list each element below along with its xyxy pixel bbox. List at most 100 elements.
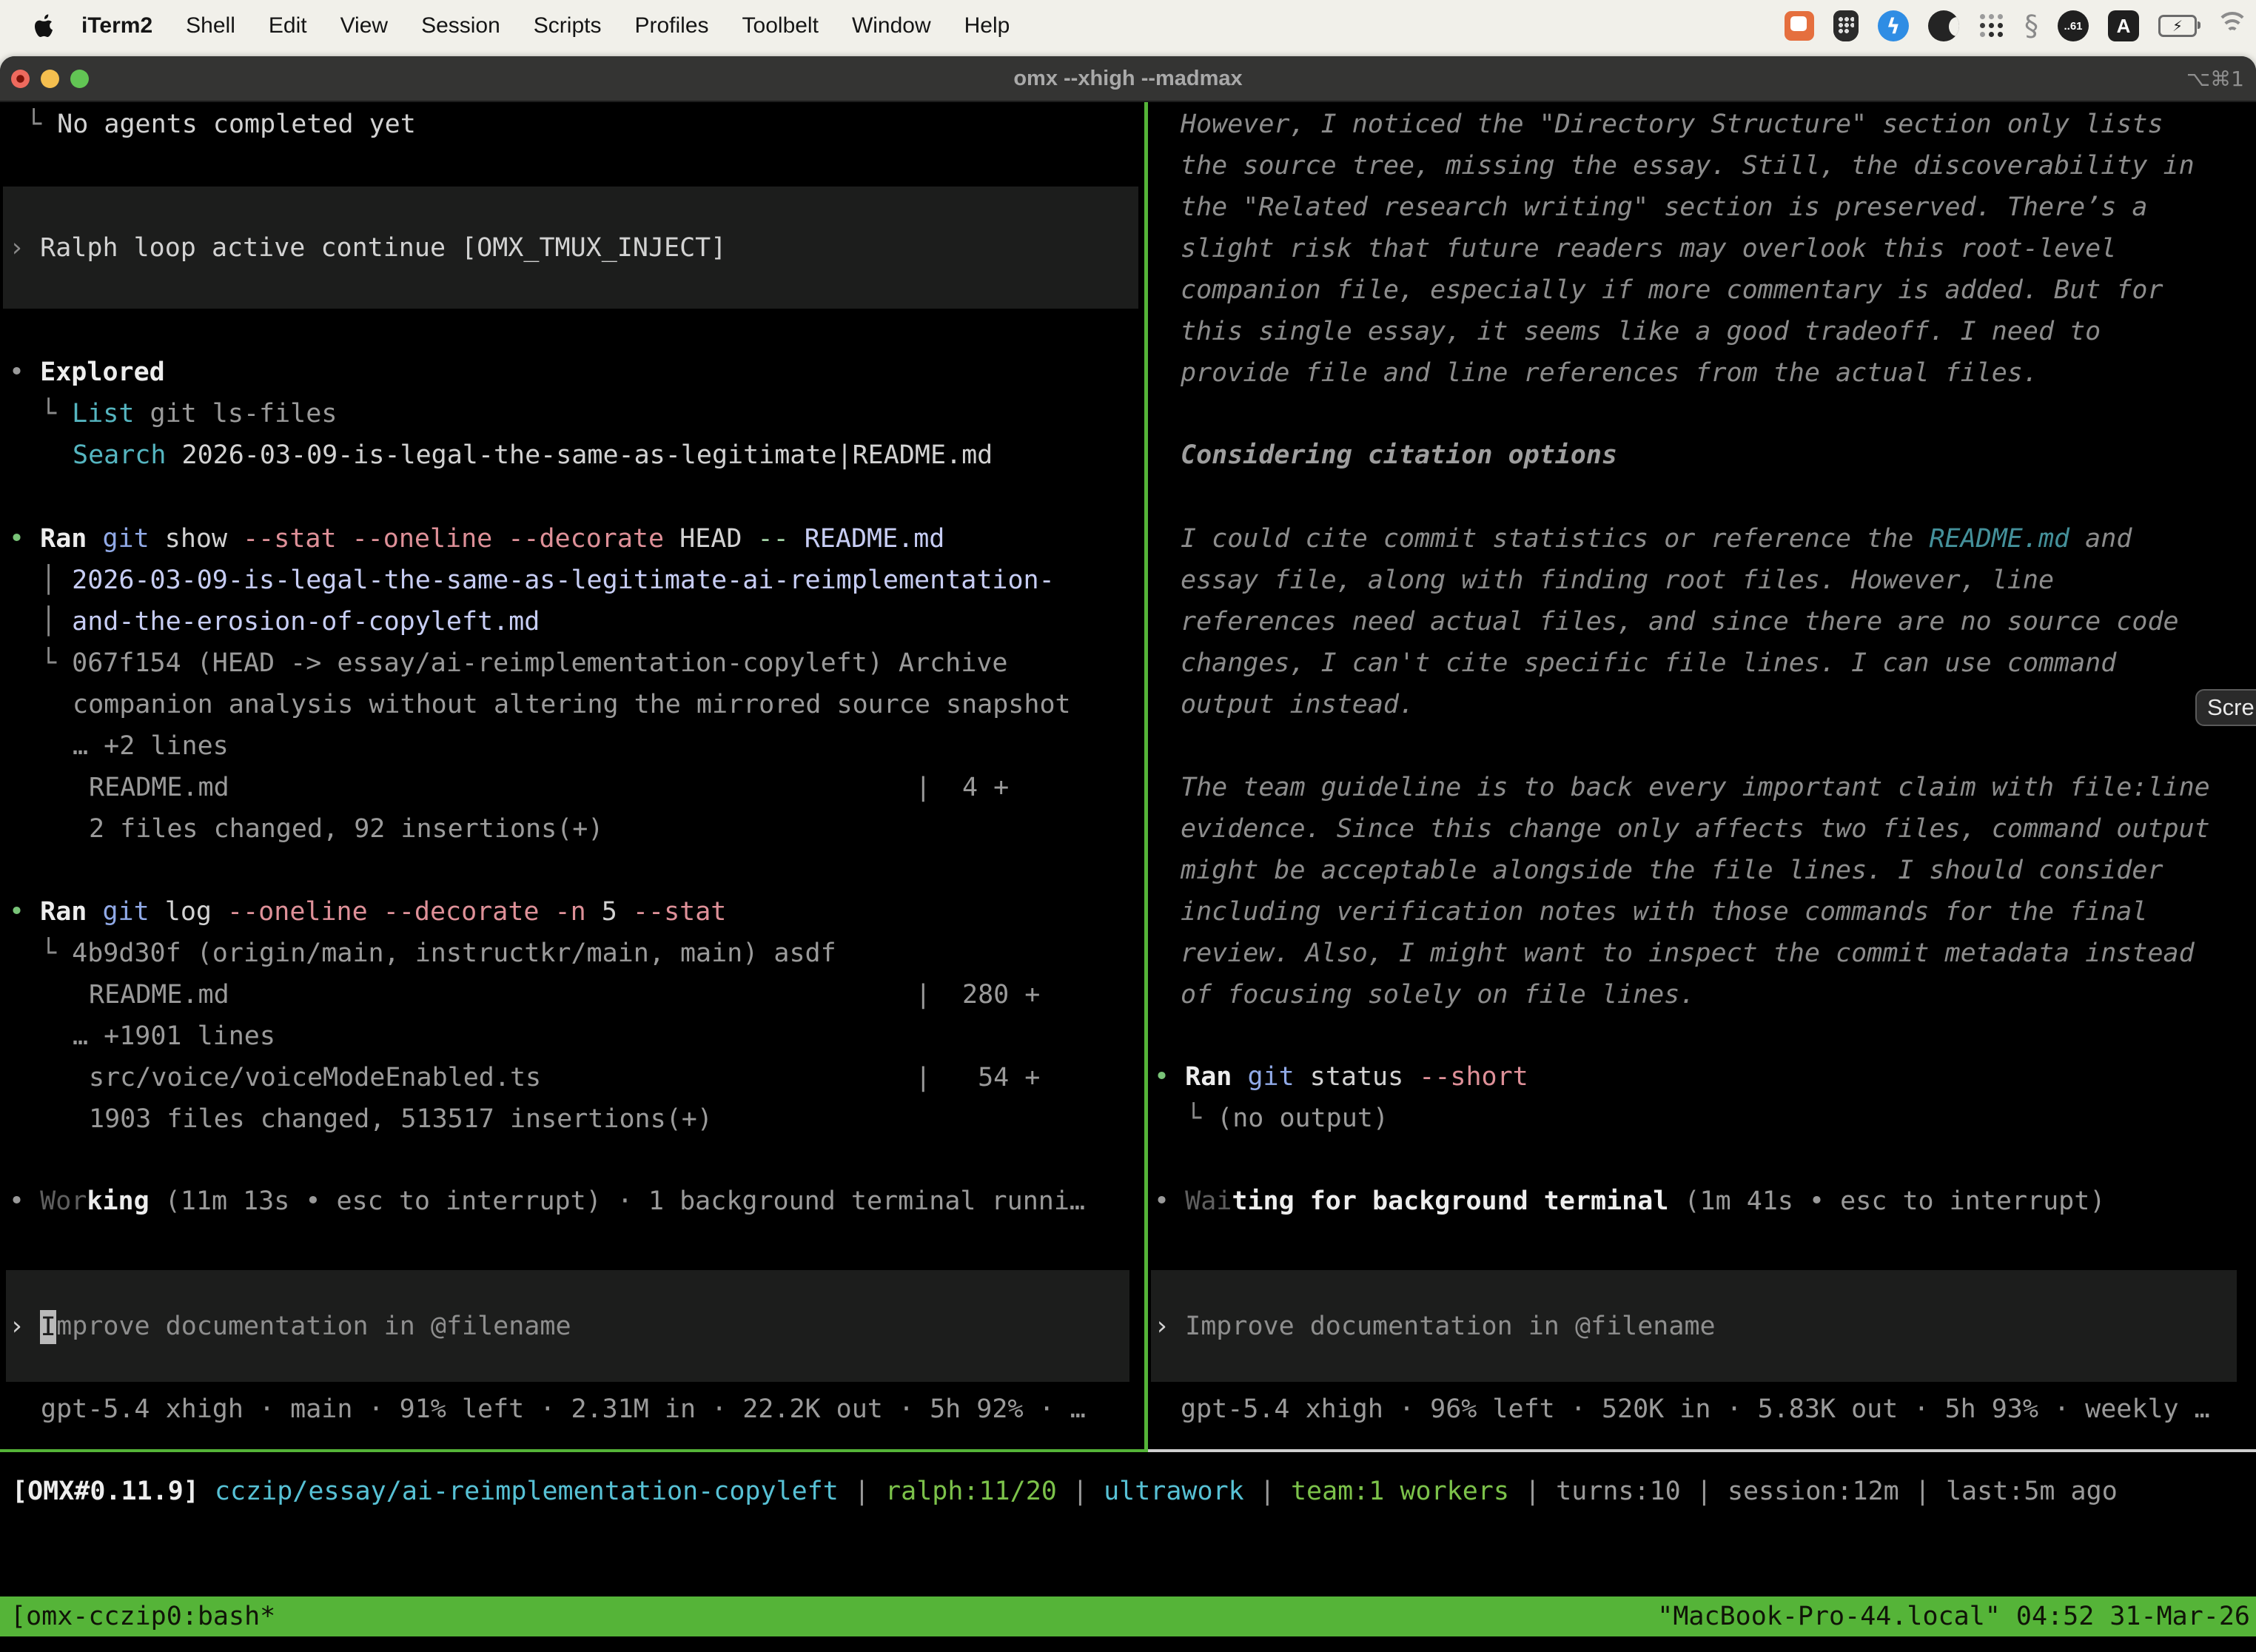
text-segment: • xyxy=(1154,1186,1185,1216)
screen-recording-icon[interactable] xyxy=(1785,11,1814,41)
text-segment: Considering citation options xyxy=(1181,440,1617,470)
disk-crescent-icon[interactable] xyxy=(1928,10,1959,41)
text-segment: › xyxy=(9,233,40,263)
omx-status-line: [OMX#0.11.9] cczip/essay/ai-reimplementa… xyxy=(12,1471,2118,1512)
text-segment: turns:10 xyxy=(1556,1477,1681,1506)
inject-line: › Ralph loop active continue [OMX_TMUX_I… xyxy=(9,227,1138,269)
menu-status-icons: ϟ § ..61 A ⚡ xyxy=(1785,0,2249,52)
text-segment: … +1901 lines xyxy=(73,1021,275,1051)
battery-icon[interactable]: ⚡ xyxy=(2158,15,2197,37)
right-pane-bottom-border xyxy=(1148,1449,2256,1452)
terminal-line: slight risk that future readers may over… xyxy=(1148,228,2256,269)
screen-overlay-button[interactable]: Scre xyxy=(2195,689,2256,726)
terminal-line: Search 2026-03-09-is-legal-the-same-as-l… xyxy=(0,434,1144,476)
terminal-line: review. Also, I might want to inspect th… xyxy=(1148,933,2256,974)
text-segment: README.md xyxy=(1929,524,2069,554)
menu-item-edit[interactable]: Edit xyxy=(269,13,307,38)
text-segment: 067f154 (HEAD -> essay/ai-reimplementati… xyxy=(72,648,1007,678)
bolt-badge-icon[interactable]: ϟ xyxy=(1878,10,1909,41)
text-segment: (no output) xyxy=(1217,1104,1389,1133)
menu-item-session[interactable]: Session xyxy=(421,13,500,38)
text-segment: └ xyxy=(41,939,72,968)
text-segment: references need actual files, and since … xyxy=(1181,607,2179,637)
menu-items: iTerm2 Shell Edit View Session Scripts Profile… xyxy=(81,13,1010,38)
text-segment: slight risk that future readers may over… xyxy=(1181,234,2116,263)
terminal-line: │ and-the-erosion-of-copyleft.md xyxy=(0,601,1144,642)
text-segment: Ralph loop active continue [OMX_TMUX_INJ… xyxy=(40,233,726,263)
terminal-line: [OMX#0.11.9] cczip/essay/ai-reimplementa… xyxy=(12,1471,2118,1512)
wifi-icon[interactable] xyxy=(2216,13,2249,38)
terminal-line: └ 067f154 (HEAD -> essay/ai-reimplementa… xyxy=(0,642,1144,684)
text-segment: • xyxy=(9,357,40,387)
text-segment: └ xyxy=(41,399,72,429)
text-segment: | xyxy=(839,1477,885,1506)
terminal-line: changes, I can't cite specific file line… xyxy=(1148,642,2256,684)
menu-item-help[interactable]: Help xyxy=(964,13,1010,38)
text-segment: --stat --oneline --decorate xyxy=(243,524,664,554)
text-segment: 2026-03-09-is-legal-the-same-as-legitima… xyxy=(72,565,1055,595)
text-segment: 2026-03-09-is-legal-the-same-as-legitima… xyxy=(166,440,993,470)
terminal-line: • Ran git log --oneline --decorate -n 5 … xyxy=(0,891,1144,933)
tmux-status-bar: [omx-cczip0:bash* "MacBook-Pro-44.local"… xyxy=(0,1596,2256,1636)
terminal-line: this single essay, it seems like a good … xyxy=(1148,311,2256,352)
inject-banner: › Ralph loop active continue [OMX_TMUX_I… xyxy=(3,187,1138,309)
text-segment: companion analysis without altering the … xyxy=(73,690,1071,719)
text-segment: (1m 41s • esc to interrupt) xyxy=(1668,1186,2105,1216)
text-segment: session:12m xyxy=(1728,1477,1899,1506)
window-title-bar[interactable]: omx --xhigh --madmax ⌥⌘1 xyxy=(0,56,2256,102)
menu-item-scripts[interactable]: Scripts xyxy=(534,13,602,38)
prompt-input-right-line: › Improve documentation in @filename xyxy=(1154,1306,2237,1347)
terminal-line: │ 2026-03-09-is-legal-the-same-as-legiti… xyxy=(0,560,1144,601)
left-top-lines: └ No agents completed yet xyxy=(0,104,1144,145)
prompt-input-left-line: › Improve documentation in @filename xyxy=(9,1306,1129,1347)
text-segment: │ xyxy=(41,607,72,637)
menu-item-window[interactable]: Window xyxy=(852,13,931,38)
menu-item-shell[interactable]: Shell xyxy=(186,13,235,38)
text-segment: › xyxy=(9,1312,40,1341)
terminal-line: └ No agents completed yet xyxy=(0,104,1144,145)
text-segment: 2 files changed, 92 insertions(+) xyxy=(89,814,603,844)
badge-61-icon[interactable]: ..61 xyxy=(2058,10,2089,41)
text-segment: The team guideline is to back every impo… xyxy=(1181,773,2210,802)
squiggle-icon[interactable]: § xyxy=(2024,10,2038,42)
text-segment: └ xyxy=(41,648,72,678)
text-segment: evidence. Since this change only affects… xyxy=(1181,814,2210,844)
terminal-line: I could cite commit statistics or refere… xyxy=(1148,518,2256,560)
apple-menu-icon[interactable] xyxy=(34,14,53,38)
text-segment: README.md | 280 + xyxy=(89,980,1040,1010)
dots-grid-icon[interactable] xyxy=(1978,13,2005,39)
window-shortcut-hint: ⌥⌘1 xyxy=(2186,67,2244,91)
text-segment: status xyxy=(1295,1062,1420,1092)
terminal-line: gpt-5.4 xhigh · 96% left · 520K in · 5.8… xyxy=(1148,1389,2256,1430)
prompt-input-right[interactable]: › Improve documentation in @filename xyxy=(1151,1270,2237,1382)
menu-item-iterm2[interactable]: iTerm2 xyxy=(81,13,152,38)
keyboard-a-icon[interactable]: A xyxy=(2108,10,2139,41)
text-cursor: I xyxy=(40,1310,56,1344)
text-segment: └ xyxy=(1186,1104,1217,1133)
text-segment: Search xyxy=(73,440,166,470)
text-segment: gpt-5.4 xhigh · main · 91% left · 2.31M … xyxy=(41,1394,1086,1424)
text-segment: • xyxy=(9,1186,40,1216)
text-segment: [OMX#0.11.9] xyxy=(12,1477,199,1506)
iterm2-window: omx --xhigh --madmax ⌥⌘1 └ No agents com… xyxy=(0,56,2256,1652)
menu-item-profiles[interactable]: Profiles xyxy=(634,13,708,38)
shield-grid-icon[interactable] xyxy=(1833,10,1859,41)
menu-item-toolbelt[interactable]: Toolbelt xyxy=(742,13,819,38)
terminal-line: › Ralph loop active continue [OMX_TMUX_I… xyxy=(9,227,1138,269)
prompt-input-left[interactable]: › Improve documentation in @filename xyxy=(6,1270,1129,1382)
menu-item-view[interactable]: View xyxy=(340,13,388,38)
text-segment: including verification notes with those … xyxy=(1181,897,2147,927)
right-body-lines: However, I noticed the "Directory Struct… xyxy=(1148,104,2256,1222)
terminal-line: gpt-5.4 xhigh · main · 91% left · 2.31M … xyxy=(0,1389,1144,1430)
text-segment: ting for background terminal xyxy=(1232,1186,1668,1216)
terminal-line: the "Related research writing" section i… xyxy=(1148,187,2256,228)
terminal-line: might be acceptable alongside the file l… xyxy=(1148,850,2256,891)
tmux-session-name[interactable]: [omx-cczip0:bash* xyxy=(10,1602,275,1631)
terminal-line: provide file and line references from th… xyxy=(1148,352,2256,394)
text-segment: › xyxy=(1154,1312,1185,1341)
model-status-left: gpt-5.4 xhigh · main · 91% left · 2.31M … xyxy=(0,1389,1144,1430)
terminal-line: • Ran git status --short xyxy=(1148,1056,2256,1098)
text-segment: Ran xyxy=(1185,1062,1232,1092)
text-segment: team:1 workers xyxy=(1291,1477,1509,1506)
text-segment: │ xyxy=(41,565,72,595)
